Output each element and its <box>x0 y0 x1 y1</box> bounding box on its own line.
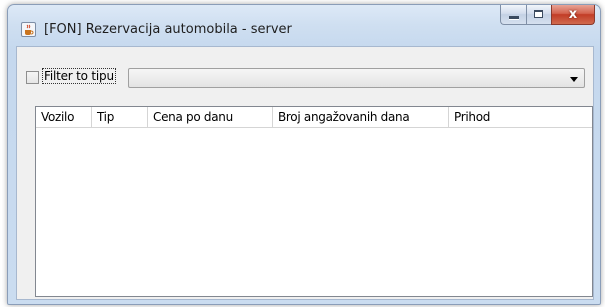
maximize-icon <box>534 10 543 18</box>
column-header-prihod[interactable]: Prihod <box>449 107 592 127</box>
column-header-broj-angazovanih-dana[interactable]: Broj angažovanih dana <box>273 107 449 127</box>
column-header-vozilo[interactable]: Vozilo <box>36 107 92 127</box>
close-icon: x <box>568 7 578 22</box>
maximize-button[interactable] <box>526 5 551 25</box>
filter-checkbox[interactable] <box>26 71 39 84</box>
caption-buttons: x <box>500 5 595 25</box>
type-select[interactable] <box>128 68 585 88</box>
app-window: [FON] Rezervacija automobila - server x … <box>7 4 601 305</box>
table-header: Vozilo Tip Cena po danu Broj angažovanih… <box>36 107 592 128</box>
title-bar[interactable]: [FON] Rezervacija automobila - server x <box>8 5 600 45</box>
minimize-button[interactable] <box>500 5 526 25</box>
window-title: [FON] Rezervacija automobila - server <box>44 22 292 37</box>
table-body <box>36 128 592 296</box>
filter-label[interactable]: Filter to tipu <box>42 68 116 84</box>
chevron-down-icon[interactable] <box>570 77 578 82</box>
minimize-icon <box>509 16 519 19</box>
column-header-tip[interactable]: Tip <box>92 107 148 127</box>
close-button[interactable]: x <box>551 5 595 25</box>
revenue-table[interactable]: Vozilo Tip Cena po danu Broj angažovanih… <box>35 106 593 297</box>
java-cup-icon[interactable] <box>21 22 36 37</box>
column-header-cena-po-danu[interactable]: Cena po danu <box>148 107 273 127</box>
